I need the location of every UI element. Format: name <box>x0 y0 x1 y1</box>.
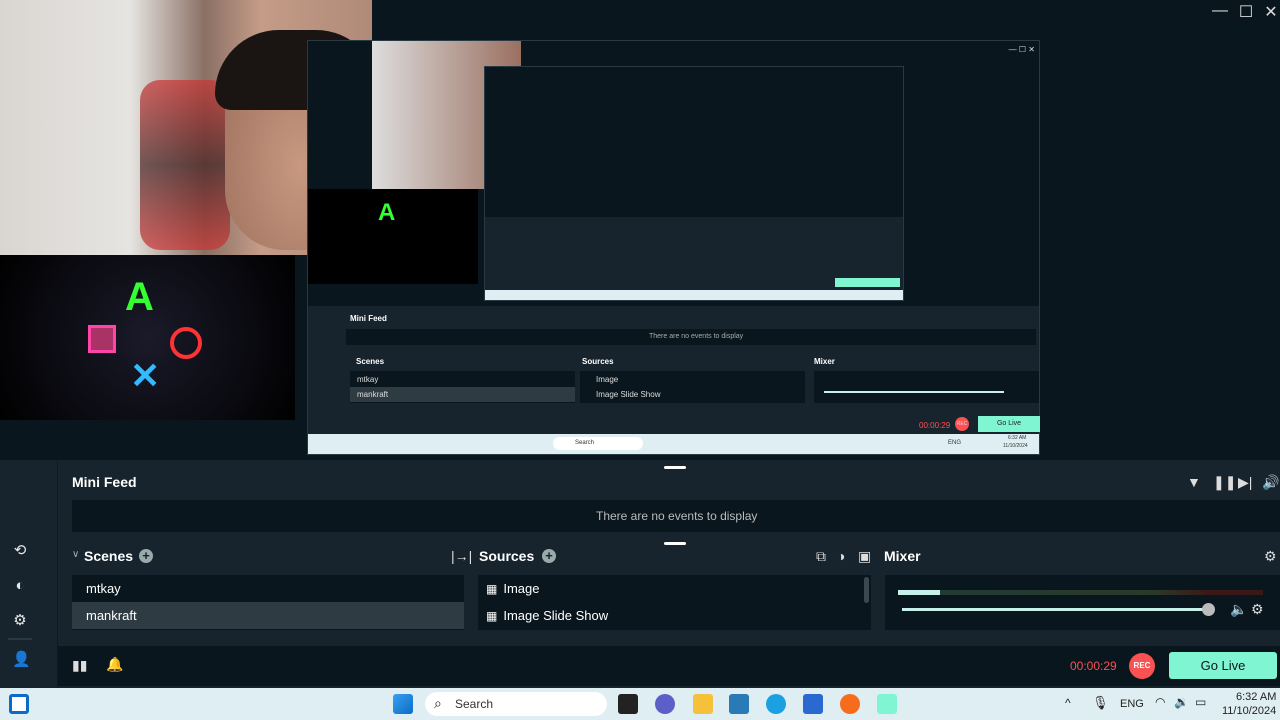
firefox-icon[interactable] <box>840 694 860 714</box>
search-placeholder: Search <box>455 697 494 711</box>
volume-slider-handle[interactable] <box>1202 603 1215 616</box>
nested-mini-feed-title: Mini Feed <box>350 314 387 323</box>
performance-icon[interactable]: ▮▮ <box>72 657 87 674</box>
scenes-title: Scenes <box>84 548 134 564</box>
nested-time: 6:32 AM <box>1008 435 1027 441</box>
clock-date[interactable]: 11/10/2024 <box>1222 705 1276 717</box>
task-view-icon[interactable] <box>618 694 638 714</box>
source-item[interactable]: ▦ Image Slide Show <box>478 602 871 629</box>
rec-button[interactable]: REC <box>1129 653 1155 679</box>
app-store-icon[interactable]: ◐ <box>12 578 28 594</box>
notifications-icon[interactable]: 🔔 <box>106 656 123 673</box>
sources-list: ▦ Image ▦ Image Slide Show <box>478 575 871 630</box>
store-icon[interactable] <box>803 694 823 714</box>
filter-icon[interactable]: ▼ <box>1187 474 1201 490</box>
skip-icon[interactable]: ▶| <box>1238 474 1252 491</box>
teams-icon[interactable] <box>655 694 675 714</box>
taskbar-search[interactable]: ⌕ Search <box>425 692 607 716</box>
wifi-icon[interactable]: ◠ <box>1155 695 1165 709</box>
battery-icon[interactable]: ▭ <box>1195 695 1206 709</box>
settings-icon[interactable]: ⚙ <box>12 613 28 629</box>
start-icon[interactable] <box>393 694 413 714</box>
mixer-settings-icon[interactable]: ⚙ <box>1264 548 1277 565</box>
maximize-button[interactable]: ☐ <box>1235 2 1257 22</box>
close-button[interactable]: ✕ <box>1260 2 1280 22</box>
image-icon: ▦ <box>486 609 498 623</box>
nested-search: Search <box>553 437 643 450</box>
scenes-list: mtkay mankraft <box>72 575 464 630</box>
microphone-icon[interactable]: 🎙 <box>1092 695 1109 711</box>
add-folder-icon[interactable]: ▣ <box>858 548 871 565</box>
volume-icon[interactable]: 🔉 <box>1174 695 1189 709</box>
mute-feed-icon[interactable]: 🔊 <box>1262 474 1279 491</box>
recording-timer: 00:00:29 <box>1070 659 1117 673</box>
widgets-icon[interactable] <box>9 694 29 714</box>
mixer-title: Mixer <box>884 548 921 564</box>
scene-item-mankraft[interactable]: mankraft <box>72 602 464 629</box>
footer-bar: ▮▮ 🔔 00:00:29 REC Go Live <box>58 646 1280 686</box>
tl-app-icon[interactable] <box>729 694 749 714</box>
nested-scene: mankraft <box>357 390 389 399</box>
nested-scenes-title: Scenes <box>356 357 385 366</box>
add-source-button[interactable]: + <box>542 549 556 563</box>
audio-meter <box>898 590 1263 595</box>
nested-timer: 00:00:29 <box>919 421 951 430</box>
collapse-icon[interactable]: ∨ <box>72 549 79 560</box>
add-scene-button[interactable]: + <box>139 549 153 563</box>
scene-label: mankraft <box>86 608 137 623</box>
nested-lang: ENG <box>948 440 962 446</box>
edge-icon[interactable] <box>766 694 786 714</box>
nested-preview-window: A — ☐ ✕ Mini Feed There are no events to… <box>307 40 1040 455</box>
nested-source: Image <box>596 375 619 384</box>
tray-chevron-icon[interactable]: ^ <box>1065 696 1071 710</box>
pause-icon[interactable]: ❚❚ <box>1213 474 1236 491</box>
mixer-panel: 🔈 ⚙ <box>885 575 1280 630</box>
left-sidebar: ⟲ ◐ ⚙ 👤 <box>0 460 58 688</box>
nested-sources-title: Sources <box>582 357 614 366</box>
nested-mixer-title: Mixer <box>814 357 835 366</box>
stream-preview: A ✕ A — ☐ ✕ Mini Feed There are no event… <box>0 0 1280 460</box>
nested-go-live: Go Live <box>978 416 1040 432</box>
scene-transitions-icon[interactable]: |→| <box>451 548 472 564</box>
scrollbar[interactable] <box>864 577 869 603</box>
nested-rec: REC <box>955 417 969 431</box>
mini-feed-panel: There are no events to display <box>72 500 1280 532</box>
nested-scene: mtkay <box>357 375 379 384</box>
file-explorer-icon[interactable] <box>693 694 713 714</box>
sources-title: Sources <box>479 548 535 564</box>
mini-feed-empty: There are no events to display <box>596 509 758 523</box>
wallpaper-image-source: A ✕ <box>0 255 295 420</box>
scene-label: mtkay <box>86 581 121 596</box>
scene-item-mtkay[interactable]: mtkay <box>72 575 464 602</box>
nested-source: Image Slide Show <box>596 390 661 399</box>
language-indicator[interactable]: ENG <box>1120 698 1144 710</box>
nested-empty: There are no events to display <box>649 333 744 340</box>
resize-handle[interactable] <box>664 466 686 469</box>
source-item[interactable]: ▦ Image <box>478 575 871 602</box>
themes-icon[interactable]: ⟲ <box>12 543 28 559</box>
mute-icon[interactable]: 🔈 <box>1230 601 1247 618</box>
go-live-button[interactable]: Go Live <box>1169 652 1277 679</box>
source-label: Image <box>503 581 540 596</box>
mini-feed-title: Mini Feed <box>72 474 137 490</box>
image-icon: ▦ <box>486 582 498 596</box>
clock-time[interactable]: 6:32 AM <box>1236 691 1276 703</box>
audio-settings-icon[interactable]: ⚙ <box>1251 601 1264 618</box>
windows-taskbar: ⌕ Search ^ 🎙 ENG ◠ 🔉 ▭ 6:32 AM 11/10/202… <box>0 688 1280 720</box>
profile-icon[interactable]: 👤 <box>12 652 31 668</box>
studio-mode-icon[interactable]: ⧉ <box>816 548 826 565</box>
nested-date: 11/10/2024 <box>1003 443 1028 449</box>
search-icon: ⌕ <box>434 695 442 711</box>
streamlabs-icon[interactable] <box>877 694 897 714</box>
resize-handle[interactable] <box>664 542 686 545</box>
minimize-button[interactable]: — <box>1209 2 1231 20</box>
source-group-icon[interactable]: ◑ <box>837 548 845 564</box>
volume-slider[interactable] <box>902 608 1212 611</box>
source-label: Image Slide Show <box>503 608 609 623</box>
